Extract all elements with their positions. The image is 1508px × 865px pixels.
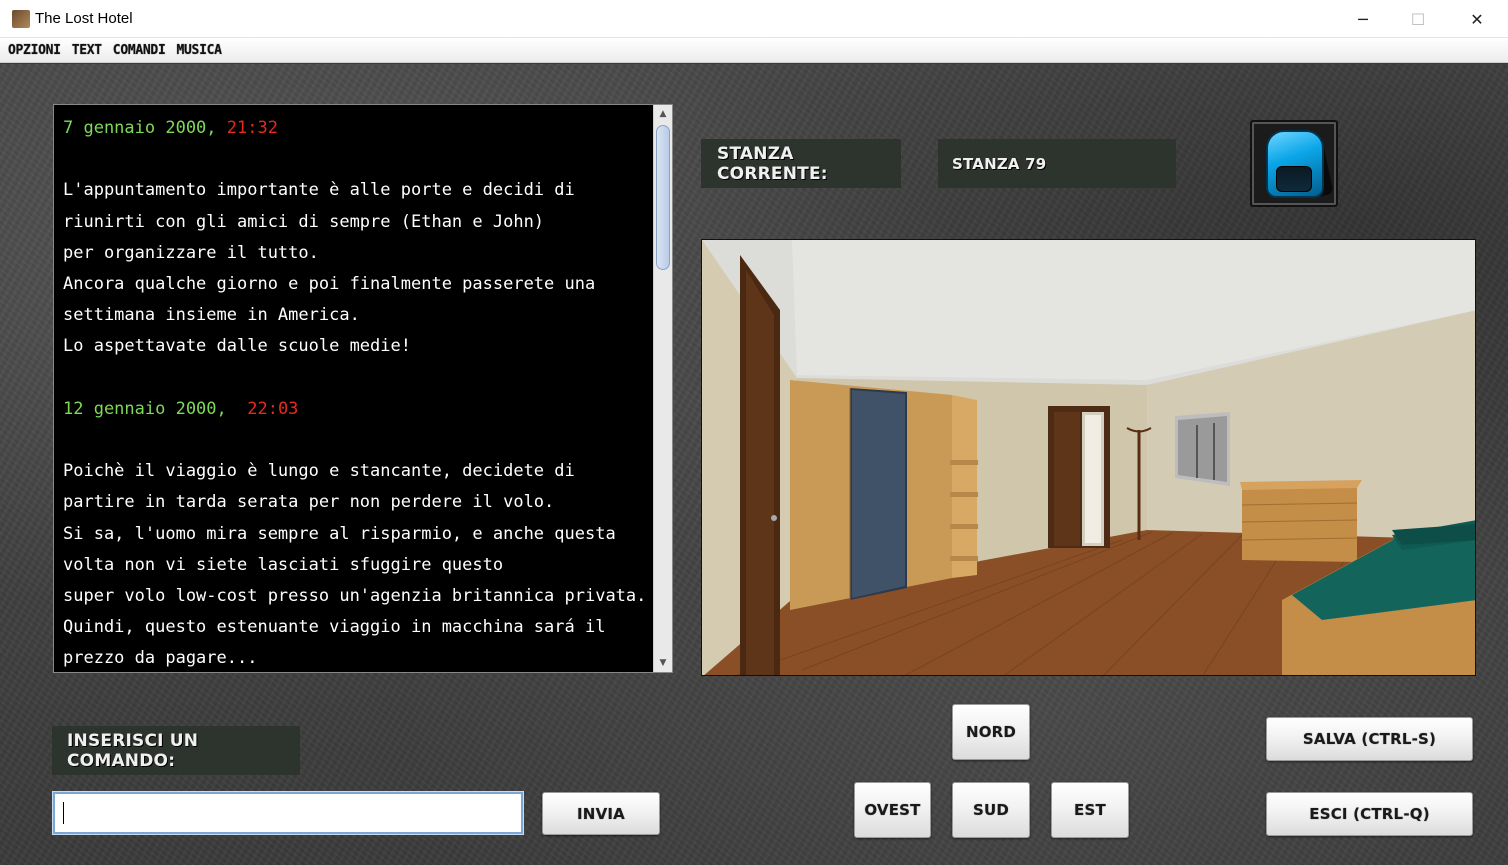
backpack-pocket (1276, 166, 1312, 192)
minimize-button[interactable]: ─ (1340, 0, 1386, 38)
story-scrollbar[interactable]: ▲ ▼ (653, 105, 672, 672)
command-input[interactable] (53, 792, 523, 834)
entry1-date: 7 gennaio 2000, (63, 118, 227, 138)
save-button[interactable]: SALVA (CTRL-S) (1266, 717, 1473, 761)
send-button[interactable]: INVIA (542, 792, 660, 835)
entry1-time: 21:32 (226, 118, 278, 138)
story-line: L'appuntamento importante è alle porte e… (63, 180, 575, 201)
title-bar: The Lost Hotel ─ ☐ ✕ (0, 0, 1508, 38)
story-line: prezzo da pagare... (63, 648, 258, 669)
story-line: Quindi, questo estenuante viaggio in mac… (63, 617, 606, 638)
story-line: settimana insieme in America. (63, 305, 360, 326)
east-button[interactable]: EST (1051, 782, 1129, 838)
quit-button[interactable]: ESCI (CTRL-Q) (1266, 792, 1473, 836)
window-title: The Lost Hotel (35, 10, 133, 27)
hotel-icon (12, 10, 30, 28)
west-button[interactable]: OVEST (854, 782, 931, 838)
menu-text[interactable]: TEXT (72, 43, 102, 58)
story-line: volta non vi siete lasciati sfuggire que… (63, 554, 504, 575)
south-button[interactable]: SUD (952, 782, 1030, 838)
entry2-date: 12 gennaio 2000, (63, 398, 248, 419)
story-line: Poichè il viaggio è lungo e stancante, d… (63, 461, 575, 482)
story-line: Si sa, l'uomo mira sempre al risparmio, … (63, 523, 616, 544)
story-line: Lo aspettavate dalle scuole medie! (63, 336, 411, 357)
scroll-up-icon[interactable]: ▲ (654, 105, 672, 123)
story-line: partire in tarda serata per non perdere … (63, 492, 555, 513)
story-text: 7 gennaio 2000, 21:32 ​ L'appuntamento i… (63, 113, 653, 672)
scroll-down-icon[interactable]: ▼ (654, 654, 672, 672)
story-line: super volo low-cost presso un'agenzia br… (63, 586, 647, 607)
story-line: per organizzare il tutto. (63, 242, 319, 263)
room-scene-drawing (702, 240, 1475, 675)
current-room-label: STANZA CORRENTE: (701, 139, 901, 188)
room-scene-image (701, 239, 1476, 676)
story-line: Ancora qualche giorno e poi finalmente p… (63, 274, 596, 295)
menu-opzioni[interactable]: OPZIONI (8, 43, 61, 58)
north-button[interactable]: NORD (952, 704, 1030, 760)
menu-musica[interactable]: MUSICA (176, 43, 221, 58)
entry2-time: 22:03 (247, 398, 299, 419)
command-label: INSERISCI UN COMANDO: (52, 726, 300, 775)
menu-comandi[interactable]: COMANDI (113, 43, 166, 58)
inventory-button[interactable] (1250, 120, 1338, 207)
menu-bar: OPZIONI TEXT COMANDI MUSICA (0, 38, 1508, 63)
scroll-thumb[interactable] (656, 125, 670, 270)
story-line: riunirti con gli amici di sempre (Ethan … (63, 211, 545, 232)
maximize-button[interactable]: ☐ (1395, 0, 1441, 38)
close-button[interactable]: ✕ (1454, 0, 1500, 38)
text-caret (63, 802, 64, 824)
story-text-area[interactable]: 7 gennaio 2000, 21:32 ​ L'appuntamento i… (53, 104, 673, 673)
current-room-value: STANZA 79 (938, 139, 1176, 188)
